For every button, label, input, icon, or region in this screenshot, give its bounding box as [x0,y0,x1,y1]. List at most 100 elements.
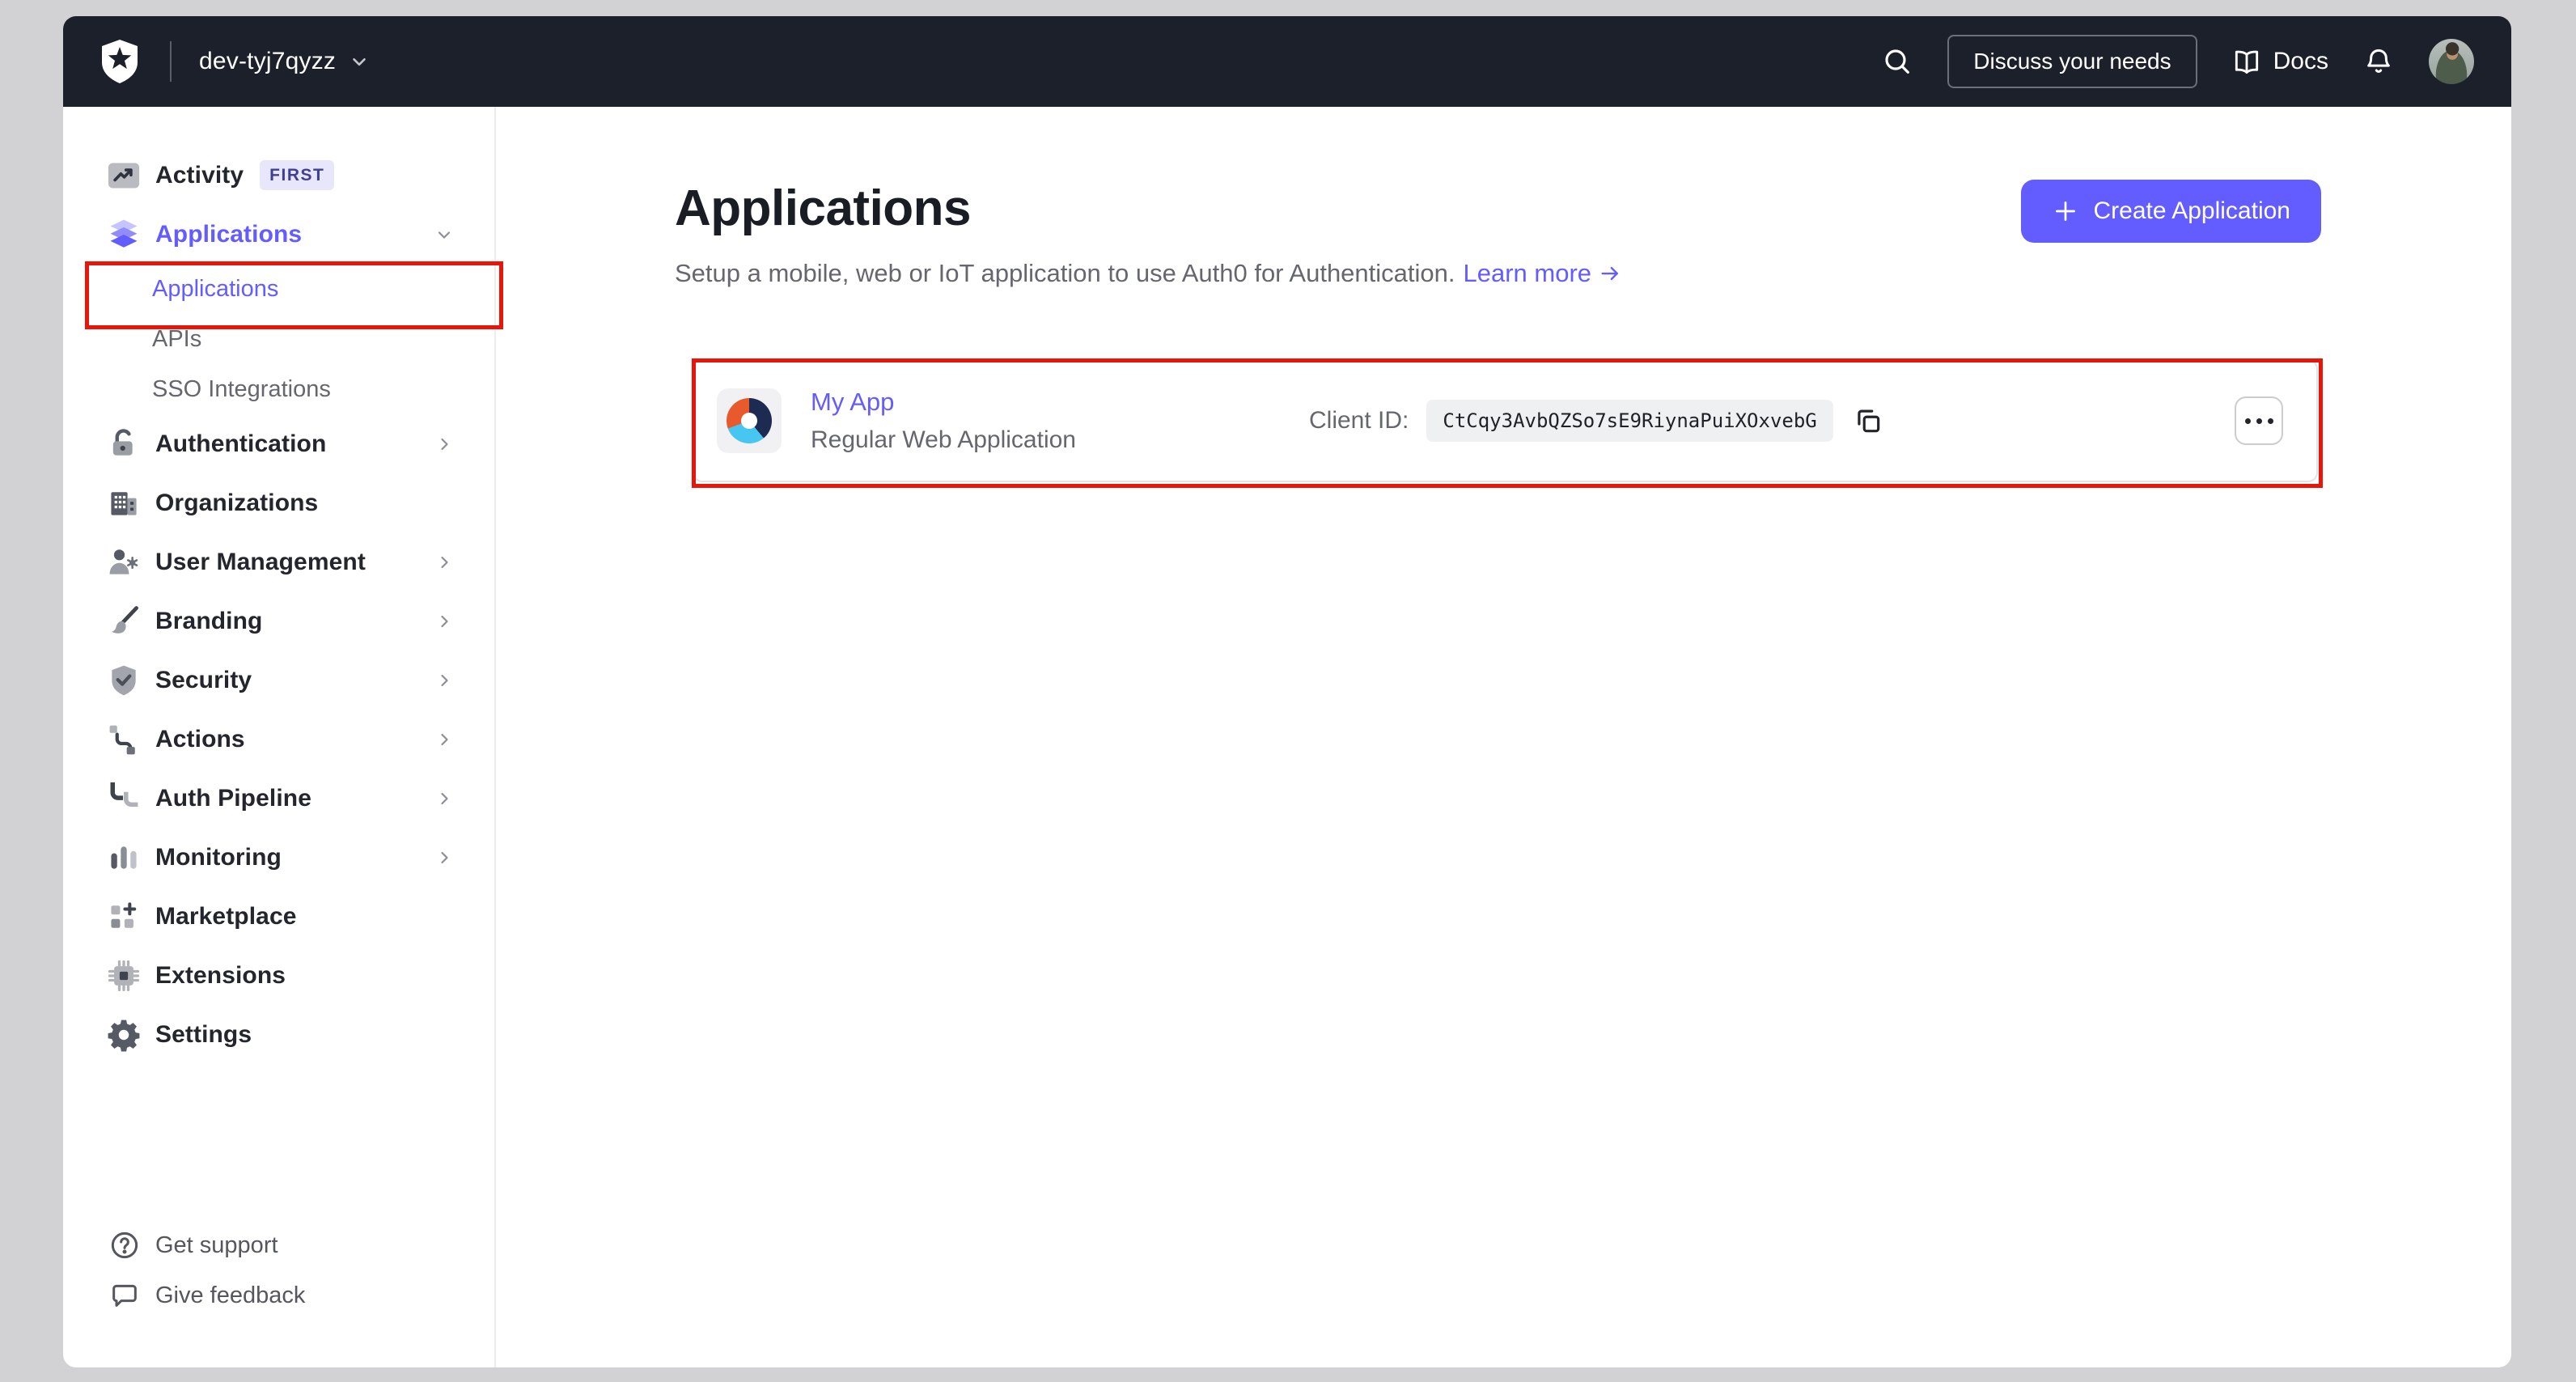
sidebar-item-label: Applications [155,220,303,248]
shield-check-icon [105,663,142,698]
create-application-button[interactable]: Create Application [2020,180,2321,243]
tenant-name: dev-tyj7qyzz [199,48,337,74]
footer-item-label: Give feedback [155,1282,306,1308]
copy-icon [1853,405,1883,436]
sidebar-item-label: Marketplace [155,902,297,930]
client-id-label: Client ID: [1309,407,1409,434]
bell-icon [2362,45,2395,78]
user-gear-icon [105,545,142,580]
plus-icon [2052,197,2079,225]
sidebar-item-label: Activity [155,161,244,189]
ellipsis-icon [2244,418,2251,424]
building-icon [105,485,142,521]
main-content: Applications Create Application Setup a … [496,107,2511,1367]
pipeline-icon [105,781,142,816]
application-menu-button[interactable] [2235,396,2283,445]
search-button[interactable] [1881,45,1913,78]
chevron-right-icon [434,671,454,690]
book-icon [2231,46,2262,77]
help-circle-icon [108,1229,141,1261]
gear-icon [105,1017,142,1053]
sidebar-item-applications[interactable]: Applications [63,205,494,264]
application-text-block: My App Regular Web Application [811,388,1076,454]
topbar-divider [170,41,172,82]
sidebar-item-label: Organizations [155,489,319,516]
grid-plus-icon [105,899,142,935]
tenant-switcher[interactable]: dev-tyj7qyzz [199,48,370,75]
sidebar-item-activity[interactable]: Activity FIRST [63,146,494,205]
application-logo-tile [717,388,782,453]
screenshot-canvas: dev-tyj7qyzz Discuss your needs Docs Act… [0,0,2576,1382]
flow-icon [105,722,142,757]
application-logo-icon [727,398,772,443]
chevron-down-icon [434,225,454,244]
paintbrush-icon [105,604,142,639]
sidebar-item-security[interactable]: Security [63,651,494,710]
sidebar-item-label: Authentication [155,430,327,457]
sidebar-item-auth-pipeline[interactable]: Auth Pipeline [63,769,494,828]
sidebar-item-get-support[interactable]: Get support [63,1220,494,1270]
chat-bubble-icon [108,1279,141,1312]
auth0-logo-icon [99,38,142,85]
auth0-dashboard-page: dev-tyj7qyzz Discuss your needs Docs Act… [63,16,2511,1367]
application-type: Regular Web Application [811,426,1076,453]
sidebar-subitem-applications[interactable]: Applications [63,264,494,314]
sidebar-subitem-sso-integrations[interactable]: SSO Integrations [63,364,494,414]
chevron-right-icon [434,612,454,631]
sidebar-item-actions[interactable]: Actions [63,710,494,769]
sidebar-item-label: User Management [155,548,366,575]
subtitle-text: Setup a mobile, web or IoT application t… [675,259,1455,287]
user-avatar[interactable] [2429,39,2474,84]
ellipsis-icon [2267,418,2273,424]
sidebar-item-organizations[interactable]: Organizations [63,473,494,532]
lock-icon [105,426,142,462]
sidebar-item-user-management[interactable]: User Management [63,532,494,591]
activity-chart-icon [105,158,142,193]
chevron-down-icon [349,51,370,72]
sidebar-item-label: Extensions [155,961,286,989]
page-title: Applications [675,180,972,236]
docs-link[interactable]: Docs [2231,46,2328,77]
search-icon [1881,45,1913,78]
bar-chart-icon [105,840,142,875]
footer-item-label: Get support [155,1232,278,1258]
arrow-right-icon [1598,261,1622,286]
sidebar-item-give-feedback[interactable]: Give feedback [63,1270,494,1321]
client-id-group: Client ID: CtCqy3AvbQZSo7sE9RiynaPuiXOxv… [1309,361,1883,481]
layers-icon [105,217,142,252]
page-body: Activity FIRST Applications Applications… [63,107,2511,1367]
top-navigation-bar: dev-tyj7qyzz Discuss your needs Docs [63,16,2511,107]
chevron-right-icon [434,848,454,867]
page-subtitle: Setup a mobile, web or IoT application t… [675,259,2321,288]
create-application-label: Create Application [2093,197,2291,224]
chevron-right-icon [434,435,454,454]
sidebar-item-label: Auth Pipeline [155,784,311,812]
first-badge: FIRST [260,160,335,190]
application-list-item[interactable]: My App Regular Web Application Client ID… [693,359,2318,482]
sidebar-item-label: Settings [155,1020,252,1048]
sidebar-item-marketplace[interactable]: Marketplace [63,887,494,946]
learn-more-label: Learn more [1463,259,1592,287]
sidebar-item-label: Actions [155,725,245,752]
sidebar-navigation: Activity FIRST Applications Applications… [63,107,496,1367]
sidebar-item-label: Monitoring [155,843,282,871]
client-id-value: CtCqy3AvbQZSo7sE9RiynaPuiXOxvebG [1426,400,1833,442]
sidebar-item-label: Security [155,666,252,693]
chevron-right-icon [434,730,454,749]
page-header: Applications Create Application [675,180,2321,243]
application-name-link[interactable]: My App [811,388,1076,417]
sidebar-footer: Get support Give feedback [63,1220,494,1367]
chevron-right-icon [434,553,454,572]
sidebar-subitem-apis[interactable]: APIs [63,314,494,364]
notifications-button[interactable] [2362,45,2395,78]
topbar-right-group: Discuss your needs Docs [1881,35,2474,88]
learn-more-link[interactable]: Learn more [1464,259,1623,288]
discuss-your-needs-button[interactable]: Discuss your needs [1947,35,2197,88]
sidebar-item-settings[interactable]: Settings [63,1005,494,1064]
sidebar-item-authentication[interactable]: Authentication [63,414,494,473]
sidebar-item-monitoring[interactable]: Monitoring [63,828,494,887]
copy-client-id-button[interactable] [1853,405,1883,436]
sidebar-item-extensions[interactable]: Extensions [63,946,494,1005]
sidebar-item-branding[interactable]: Branding [63,591,494,651]
sidebar-item-label: Branding [155,607,263,634]
